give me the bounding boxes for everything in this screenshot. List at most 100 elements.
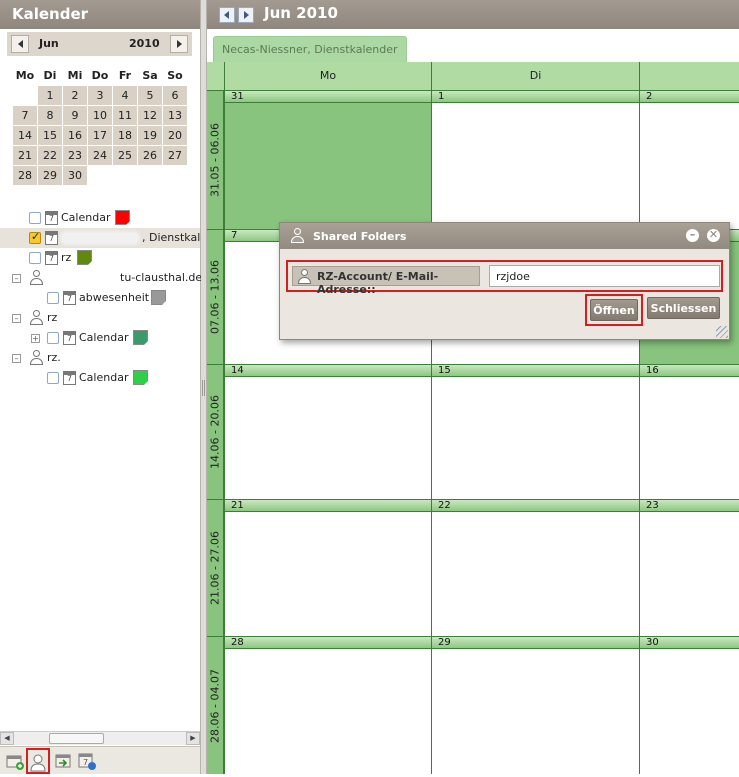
day-cell[interactable]: 23 xyxy=(639,499,739,636)
minimize-icon[interactable]: – xyxy=(686,229,699,242)
day-number[interactable]: 29 xyxy=(432,637,639,649)
tree-user-row[interactable]: – rz. xyxy=(0,348,200,368)
week-range-label[interactable]: 14.06 - 20.06 xyxy=(207,364,224,499)
day-number[interactable]: 15 xyxy=(432,365,639,377)
scroll-left-button[interactable]: ◀ xyxy=(0,732,14,745)
day-cell[interactable]: 22 xyxy=(431,499,639,636)
calendar-color-swatch[interactable] xyxy=(77,250,93,265)
account-email-input[interactable] xyxy=(489,265,720,287)
mini-calendar-day[interactable]: 9 xyxy=(63,106,87,125)
day-cell[interactable]: 16 xyxy=(639,364,739,499)
mini-calendar-day[interactable]: 24 xyxy=(88,146,112,165)
day-cell[interactable]: 21 xyxy=(224,499,431,636)
day-cell[interactable]: 31 xyxy=(224,90,431,229)
import-calendar-button[interactable] xyxy=(53,751,73,771)
collapse-icon[interactable]: – xyxy=(12,314,21,323)
day-number[interactable]: 28 xyxy=(225,637,431,649)
mini-calendar-day[interactable]: 8 xyxy=(38,106,62,125)
scroll-right-button[interactable]: ▶ xyxy=(186,732,200,745)
mini-calendar-day[interactable]: 13 xyxy=(163,106,187,125)
calendar-color-swatch[interactable] xyxy=(132,330,148,345)
mini-calendar-day[interactable]: 4 xyxy=(113,86,137,105)
calendar-color-swatch[interactable] xyxy=(132,370,148,385)
day-cell[interactable]: 2 xyxy=(639,90,739,229)
mini-calendar-day[interactable]: 23 xyxy=(63,146,87,165)
mini-calendar-day[interactable]: 14 xyxy=(13,126,37,145)
mini-calendar-day[interactable]: 2 xyxy=(63,86,87,105)
mini-calendar-day[interactable]: 10 xyxy=(88,106,112,125)
tree-calendar-row[interactable]: , Dienstkalen xyxy=(0,228,214,248)
mini-calendar-day[interactable]: 7 xyxy=(13,106,37,125)
tree-user-row[interactable]: – rz xyxy=(0,308,200,328)
previous-month-button[interactable] xyxy=(11,35,29,53)
open-button[interactable]: Öffnen xyxy=(590,299,638,321)
day-cell[interactable]: 1 xyxy=(431,90,639,229)
day-number[interactable]: 1 xyxy=(432,91,639,103)
scrollbar-thumb[interactable] xyxy=(49,733,104,744)
mini-calendar-day[interactable]: 19 xyxy=(138,126,162,145)
mini-calendar-day[interactable]: 29 xyxy=(38,166,62,185)
calendar-checkbox[interactable] xyxy=(47,292,59,304)
calendar-checkbox[interactable] xyxy=(47,332,59,344)
dialog-header[interactable]: Shared Folders – ✕ xyxy=(280,223,729,249)
mini-calendar-day[interactable]: 21 xyxy=(13,146,37,165)
next-month-button[interactable] xyxy=(170,35,188,53)
tree-calendar-row[interactable]: Calendar xyxy=(0,208,200,228)
mini-calendar-day[interactable]: 5 xyxy=(138,86,162,105)
mini-calendar-day[interactable]: 12 xyxy=(138,106,162,125)
mini-calendar-day[interactable]: 20 xyxy=(163,126,187,145)
resize-handle-icon[interactable] xyxy=(716,326,728,338)
next-period-button[interactable] xyxy=(238,7,254,23)
tree-calendar-row[interactable]: rz xyxy=(0,248,200,268)
day-number[interactable]: 21 xyxy=(225,500,431,512)
tree-user-row[interactable]: – tu-clausthal.de xyxy=(0,268,202,288)
mini-calendar-day[interactable]: 15 xyxy=(38,126,62,145)
day-cell[interactable]: 28 xyxy=(224,636,431,774)
mini-calendar-day[interactable]: 1 xyxy=(38,86,62,105)
mini-calendar-day[interactable]: 22 xyxy=(38,146,62,165)
day-number[interactable]: 14 xyxy=(225,365,431,377)
mini-calendar-day[interactable]: 30 xyxy=(63,166,87,185)
calendar-checkbox[interactable] xyxy=(29,212,41,224)
mini-calendar-day[interactable]: 28 xyxy=(13,166,37,185)
expand-icon[interactable]: + xyxy=(31,334,40,343)
calendar-settings-button[interactable]: 7 xyxy=(77,751,97,771)
tree-calendar-row[interactable]: + Calendar xyxy=(0,328,200,348)
mini-calendar-day[interactable]: 16 xyxy=(63,126,87,145)
mini-calendar-day[interactable]: 3 xyxy=(88,86,112,105)
collapse-icon[interactable]: – xyxy=(12,274,21,283)
day-number[interactable]: 22 xyxy=(432,500,639,512)
day-cell[interactable]: 29 xyxy=(431,636,639,774)
mini-calendar-day[interactable]: 6 xyxy=(163,86,187,105)
tab-dienstkalender[interactable]: Necas-Niessner, Dienstkalender xyxy=(213,36,407,62)
close-icon[interactable]: ✕ xyxy=(707,229,720,242)
day-number[interactable]: 23 xyxy=(640,500,739,512)
day-number[interactable]: 31 xyxy=(225,91,431,103)
mini-calendar-day[interactable]: 25 xyxy=(113,146,137,165)
tree-calendar-row[interactable]: abwesenheit xyxy=(0,288,200,308)
mini-calendar-day[interactable]: 18 xyxy=(113,126,137,145)
day-cell[interactable]: 30 xyxy=(639,636,739,774)
calendar-color-swatch[interactable] xyxy=(114,210,130,225)
calendar-color-swatch[interactable] xyxy=(151,290,167,305)
close-button[interactable]: Schliessen xyxy=(647,297,720,319)
week-range-label[interactable]: 31.05 - 06.06 xyxy=(207,90,224,229)
week-range-label[interactable]: 28.06 - 04.07 xyxy=(207,636,224,774)
calendar-checkbox[interactable] xyxy=(29,230,41,244)
add-calendar-button[interactable] xyxy=(5,751,25,771)
calendar-checkbox[interactable] xyxy=(29,252,41,264)
sidebar-horizontal-scrollbar[interactable]: ◀ ▶ xyxy=(0,731,200,745)
mini-calendar-day[interactable]: 26 xyxy=(138,146,162,165)
day-cell[interactable]: 15 xyxy=(431,364,639,499)
mini-calendar-day[interactable]: 11 xyxy=(113,106,137,125)
mini-calendar-day[interactable]: 27 xyxy=(163,146,187,165)
tree-calendar-row[interactable]: Calendar xyxy=(0,368,200,388)
day-number[interactable]: 16 xyxy=(640,365,739,377)
calendar-checkbox[interactable] xyxy=(47,372,59,384)
previous-period-button[interactable] xyxy=(219,7,235,23)
week-range-label[interactable]: 21.06 - 27.06 xyxy=(207,499,224,636)
day-number[interactable]: 2 xyxy=(640,91,739,103)
day-cell[interactable]: 14 xyxy=(224,364,431,499)
collapse-icon[interactable]: – xyxy=(12,354,21,363)
mini-calendar-day[interactable]: 17 xyxy=(88,126,112,145)
